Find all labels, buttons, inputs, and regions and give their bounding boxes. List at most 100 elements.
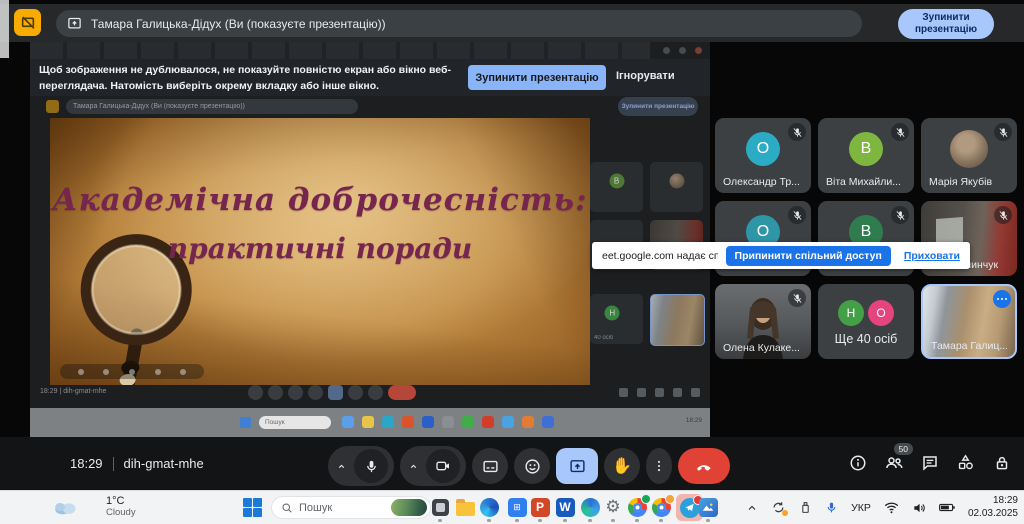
windows-taskbar: 1°C Cloudy Пошук ⊞ P W <box>0 490 1024 524</box>
avatar: В <box>849 132 883 166</box>
participant-tile[interactable]: В Віта Михайли... <box>818 118 914 193</box>
camera-options-chevron-icon[interactable] <box>400 461 426 472</box>
nested-participant-tile: В <box>590 162 643 212</box>
meeting-details-button[interactable] <box>847 452 868 473</box>
nested-self-tile <box>650 294 705 346</box>
hide-popup-link[interactable]: Приховати <box>904 250 960 262</box>
nested-tray-clock: 18:29 <box>686 417 702 424</box>
slide-title: Академічна доброчесність: практичні пора… <box>50 182 590 265</box>
mic-control[interactable] <box>328 446 394 486</box>
wifi-icon[interactable] <box>884 501 899 514</box>
slashed-presentation-icon <box>20 15 36 31</box>
more-options-button[interactable] <box>646 448 672 484</box>
nested-presenter-label: Тамара Галицька-Дідух (Ви (показуєте пре… <box>73 103 245 110</box>
chrome-icon[interactable] <box>626 496 648 518</box>
more-people-tile[interactable]: Н О Ще 40 осіб <box>818 284 914 359</box>
edge-browser-icon[interactable] <box>478 496 500 518</box>
chat-panel-button[interactable] <box>919 452 940 473</box>
settings-gear-icon[interactable]: ⚙ <box>602 496 624 518</box>
participant-name: Марія Якубів <box>929 176 992 188</box>
tray-sync-icon[interactable] <box>771 500 786 515</box>
participant-tile[interactable]: Олена Кулаке... <box>715 284 811 359</box>
more-people-label: Ще 40 осіб <box>818 332 914 346</box>
divider <box>113 457 114 471</box>
photos-app-icon[interactable] <box>697 496 719 518</box>
presenter-label: Тамара Галицька-Дідух (Ви (показуєте пре… <box>91 17 386 31</box>
taskbar-search-box[interactable]: Пошук <box>271 496 431 519</box>
shared-screen-feed: Щоб зображення не дублювалося, не показу… <box>30 42 710 437</box>
reactions-button[interactable] <box>514 448 550 484</box>
notice-line1: Щоб зображення не дублювалося, не показу… <box>39 63 451 79</box>
volume-icon[interactable] <box>912 501 926 515</box>
task-view-button[interactable] <box>429 496 451 518</box>
file-explorer-icon[interactable] <box>454 496 476 518</box>
participant-name: Віта Михайли... <box>826 176 901 188</box>
tray-usb-icon[interactable] <box>799 501 812 514</box>
chrome-profile2-icon[interactable] <box>650 496 672 518</box>
raise-hand-button[interactable]: ✋ <box>604 448 640 484</box>
word-icon[interactable]: W <box>554 496 576 518</box>
present-screen-button-active[interactable] <box>556 448 598 484</box>
language-indicator[interactable]: УКР <box>851 502 871 514</box>
camera-button[interactable] <box>426 449 460 483</box>
captions-button[interactable] <box>472 448 508 484</box>
tray-mic-icon[interactable] <box>825 501 838 514</box>
stop-presenting-button[interactable]: Зупинити презентацію <box>898 9 994 39</box>
nested-call-controls <box>248 385 416 400</box>
activities-panel-button[interactable] <box>955 452 976 473</box>
nested-meet-bar: 18:29 | dih-gmat-mhe <box>30 382 710 406</box>
nested-search-box: Пошук <box>259 416 331 429</box>
present-screen-icon <box>67 16 82 31</box>
system-tray: УКР 18:29 02.03.2025 <box>746 491 1024 524</box>
presentation-slide: Академічна доброчесність: практичні пора… <box>50 118 590 385</box>
tray-time: 18:29 <box>968 495 1018 508</box>
nested-start-icon <box>240 417 251 428</box>
notice-text: Щоб зображення не дублювалося, не показу… <box>39 63 451 95</box>
participant-count-badge: 50 <box>894 443 913 455</box>
meeting-code: dih-gmat-mhe <box>124 456 204 471</box>
end-call-button[interactable] <box>678 448 730 484</box>
search-placeholder: Пошук <box>299 502 391 514</box>
nested-panel-icons <box>619 388 700 397</box>
self-tile[interactable]: Тамара Галиц... <box>921 284 1017 359</box>
nested-menu-icon <box>695 47 702 54</box>
camera-control[interactable] <box>400 446 466 486</box>
nested-browser-tabstrip <box>30 42 650 59</box>
participant-tile[interactable]: Марія Якубів <box>921 118 1017 193</box>
blue-swirl-app-icon[interactable] <box>579 496 601 518</box>
presenting-top-bar: Тамара Галицька-Дідух (Ви (показуєте пре… <box>0 4 1024 42</box>
tray-clock[interactable]: 18:29 02.03.2025 <box>968 495 1018 520</box>
search-highlight-thumbnail <box>391 499 427 516</box>
meet-control-bar: 18:29 dih-gmat-mhe <box>0 437 1024 490</box>
start-button[interactable] <box>243 498 262 517</box>
call-controls: ✋ <box>328 446 730 486</box>
presentation-alert-icon[interactable] <box>14 9 41 36</box>
weather-widget[interactable]: 1°C Cloudy <box>52 495 136 519</box>
tray-chevron-up-icon[interactable] <box>746 502 758 514</box>
battery-icon[interactable] <box>939 502 955 513</box>
mic-muted-icon <box>788 123 806 141</box>
powerpoint-icon[interactable]: P <box>529 496 551 518</box>
mic-muted-icon <box>788 289 806 307</box>
nested-windows-taskbar: Пошук 18:29 <box>30 408 710 437</box>
tile-options-button[interactable] <box>993 290 1011 308</box>
stop-sharing-button[interactable]: Припинити спільний доступ <box>726 246 891 266</box>
nested-presenter-pill: Тамара Галицька-Дідух (Ви (показуєте пре… <box>66 99 358 114</box>
participant-name: Тамара Галиц... <box>931 340 1007 352</box>
mic-options-chevron-icon[interactable] <box>328 461 354 472</box>
share-popup-message: eet.google.com надає спільний доступ до … <box>602 250 718 262</box>
host-controls-button[interactable] <box>991 452 1012 473</box>
notice-line2: переглядача. Натомість виберіть окрему в… <box>39 79 451 95</box>
screen-edge-artifact <box>0 0 9 58</box>
mic-button[interactable] <box>354 449 388 483</box>
meeting-info: 18:29 dih-gmat-mhe <box>70 456 204 471</box>
people-panel-button[interactable]: 50 <box>883 452 904 473</box>
weather-temp: 1°C <box>106 495 136 508</box>
nested-presentation-alert-icon <box>46 100 59 113</box>
notice-ignore-button[interactable]: Ігнорувати <box>616 70 675 82</box>
avatar-photo <box>950 130 988 168</box>
notice-stop-presentation-button[interactable]: Зупинити презентацію <box>468 65 606 90</box>
nested-extension-icon <box>663 47 670 54</box>
participant-tile[interactable]: О Олександр Тр... <box>715 118 811 193</box>
microsoft-store-icon[interactable]: ⊞ <box>506 496 528 518</box>
